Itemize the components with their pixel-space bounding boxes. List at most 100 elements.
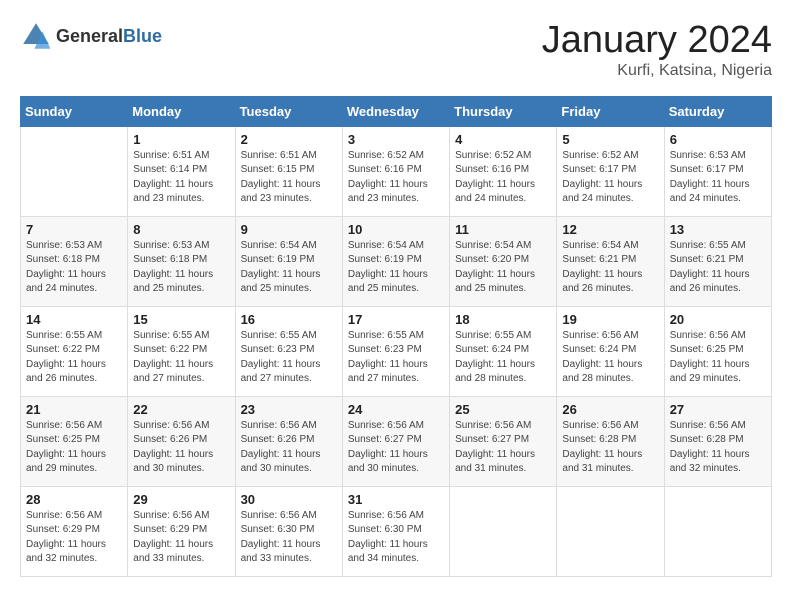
calendar-cell <box>21 126 128 216</box>
day-info: Sunrise: 6:55 AMSunset: 6:21 PMDaylight:… <box>670 239 766 297</box>
day-header-wednesday: Wednesday <box>342 96 449 126</box>
calendar-cell: 12 Sunrise: 6:54 AMSunset: 6:21 PMDayligh… <box>557 216 664 306</box>
month-title: January 2024 <box>542 20 772 62</box>
calendar-cell: 22 Sunrise: 6:56 AMSunset: 6:26 PMDayligh… <box>128 396 235 486</box>
logo: GeneralBlue <box>20 20 162 52</box>
calendar-cell: 5 Sunrise: 6:52 AMSunset: 6:17 PMDaylight… <box>557 126 664 216</box>
day-info: Sunrise: 6:56 AMSunset: 6:27 PMDaylight:… <box>348 419 444 477</box>
calendar-table: SundayMondayTuesdayWednesdayThursdayFrid… <box>20 96 772 577</box>
day-info: Sunrise: 6:55 AMSunset: 6:22 PMDaylight:… <box>133 329 229 387</box>
calendar-cell: 15 Sunrise: 6:55 AMSunset: 6:22 PMDayligh… <box>128 306 235 396</box>
day-info: Sunrise: 6:53 AMSunset: 6:18 PMDaylight:… <box>26 239 122 297</box>
calendar-cell: 28 Sunrise: 6:56 AMSunset: 6:29 PMDayligh… <box>21 486 128 576</box>
calendar-cell: 6 Sunrise: 6:53 AMSunset: 6:17 PMDaylight… <box>664 126 771 216</box>
day-info: Sunrise: 6:51 AMSunset: 6:14 PMDaylight:… <box>133 149 229 207</box>
day-info: Sunrise: 6:56 AMSunset: 6:28 PMDaylight:… <box>670 419 766 477</box>
day-number: 3 <box>348 132 444 147</box>
calendar-cell: 14 Sunrise: 6:55 AMSunset: 6:22 PMDayligh… <box>21 306 128 396</box>
title-area: January 2024 Kurfi, Katsina, Nigeria <box>542 20 772 80</box>
day-info: Sunrise: 6:56 AMSunset: 6:26 PMDaylight:… <box>133 419 229 477</box>
calendar-cell <box>557 486 664 576</box>
day-info: Sunrise: 6:54 AMSunset: 6:21 PMDaylight:… <box>562 239 658 297</box>
day-number: 29 <box>133 492 229 507</box>
day-number: 27 <box>670 402 766 417</box>
calendar-cell: 23Sunrise: 6:56 AMSunset: 6:26 PMDayligh… <box>235 396 342 486</box>
day-info: Sunrise: 6:52 AMSunset: 6:16 PMDaylight:… <box>455 149 551 207</box>
calendar-cell: 11 Sunrise: 6:54 AMSunset: 6:20 PMDayligh… <box>450 216 557 306</box>
calendar-cell: 31Sunrise: 6:56 AMSunset: 6:30 PMDayligh… <box>342 486 449 576</box>
day-info: Sunrise: 6:55 AMSunset: 6:23 PMDaylight:… <box>241 329 337 387</box>
calendar-cell: 17 Sunrise: 6:55 AMSunset: 6:23 PMDayligh… <box>342 306 449 396</box>
calendar-cell: 1 Sunrise: 6:51 AMSunset: 6:14 PMDaylight… <box>128 126 235 216</box>
day-info: Sunrise: 6:54 AMSunset: 6:19 PMDaylight:… <box>241 239 337 297</box>
day-info: Sunrise: 6:56 AMSunset: 6:27 PMDaylight:… <box>455 419 551 477</box>
calendar-cell: 18 Sunrise: 6:55 AMSunset: 6:24 PMDayligh… <box>450 306 557 396</box>
calendar-cell: 10 Sunrise: 6:54 AMSunset: 6:19 PMDayligh… <box>342 216 449 306</box>
day-number: 28 <box>26 492 122 507</box>
calendar-cell: 9 Sunrise: 6:54 AMSunset: 6:19 PMDaylight… <box>235 216 342 306</box>
calendar-cell: 19Sunrise: 6:56 AMSunset: 6:24 PMDayligh… <box>557 306 664 396</box>
day-info: Sunrise: 6:52 AMSunset: 6:17 PMDaylight:… <box>562 149 658 207</box>
day-info: Sunrise: 6:56 AMSunset: 6:28 PMDaylight:… <box>562 419 658 477</box>
calendar-cell: 8 Sunrise: 6:53 AMSunset: 6:18 PMDaylight… <box>128 216 235 306</box>
logo-blue: Blue <box>123 26 162 46</box>
day-number: 31 <box>348 492 444 507</box>
day-number: 8 <box>133 222 229 237</box>
day-number: 17 <box>348 312 444 327</box>
day-info: Sunrise: 6:54 AMSunset: 6:19 PMDaylight:… <box>348 239 444 297</box>
day-header-monday: Monday <box>128 96 235 126</box>
day-number: 23 <box>241 402 337 417</box>
day-number: 10 <box>348 222 444 237</box>
day-info: Sunrise: 6:56 AMSunset: 6:30 PMDaylight:… <box>241 509 337 567</box>
day-number: 14 <box>26 312 122 327</box>
day-number: 15 <box>133 312 229 327</box>
logo-text: GeneralBlue <box>56 26 162 47</box>
day-info: Sunrise: 6:54 AMSunset: 6:20 PMDaylight:… <box>455 239 551 297</box>
calendar-cell <box>450 486 557 576</box>
day-info: Sunrise: 6:56 AMSunset: 6:25 PMDaylight:… <box>670 329 766 387</box>
day-number: 25 <box>455 402 551 417</box>
day-info: Sunrise: 6:56 AMSunset: 6:25 PMDaylight:… <box>26 419 122 477</box>
day-number: 18 <box>455 312 551 327</box>
calendar-cell: 25 Sunrise: 6:56 AMSunset: 6:27 PMDayligh… <box>450 396 557 486</box>
calendar-cell: 13 Sunrise: 6:55 AMSunset: 6:21 PMDayligh… <box>664 216 771 306</box>
calendar-cell: 21 Sunrise: 6:56 AMSunset: 6:25 PMDayligh… <box>21 396 128 486</box>
day-number: 11 <box>455 222 551 237</box>
logo-general: General <box>56 26 123 46</box>
day-header-thursday: Thursday <box>450 96 557 126</box>
day-info: Sunrise: 6:51 AMSunset: 6:15 PMDaylight:… <box>241 149 337 207</box>
day-info: Sunrise: 6:56 AMSunset: 6:24 PMDaylight:… <box>562 329 658 387</box>
day-number: 7 <box>26 222 122 237</box>
day-info: Sunrise: 6:56 AMSunset: 6:29 PMDaylight:… <box>26 509 122 567</box>
day-info: Sunrise: 6:53 AMSunset: 6:17 PMDaylight:… <box>670 149 766 207</box>
logo-icon <box>20 20 52 52</box>
day-number: 9 <box>241 222 337 237</box>
day-header-friday: Friday <box>557 96 664 126</box>
calendar-cell: 4 Sunrise: 6:52 AMSunset: 6:16 PMDaylight… <box>450 126 557 216</box>
day-number: 16 <box>241 312 337 327</box>
day-number: 5 <box>562 132 658 147</box>
calendar-cell: 7 Sunrise: 6:53 AMSunset: 6:18 PMDaylight… <box>21 216 128 306</box>
day-number: 21 <box>26 402 122 417</box>
calendar-cell: 2 Sunrise: 6:51 AMSunset: 6:15 PMDaylight… <box>235 126 342 216</box>
day-info: Sunrise: 6:56 AMSunset: 6:29 PMDaylight:… <box>133 509 229 567</box>
calendar-cell: 3 Sunrise: 6:52 AMSunset: 6:16 PMDaylight… <box>342 126 449 216</box>
header: GeneralBlue January 2024 Kurfi, Katsina,… <box>20 20 772 80</box>
day-number: 13 <box>670 222 766 237</box>
day-info: Sunrise: 6:53 AMSunset: 6:18 PMDaylight:… <box>133 239 229 297</box>
day-number: 12 <box>562 222 658 237</box>
calendar-cell <box>664 486 771 576</box>
day-info: Sunrise: 6:55 AMSunset: 6:23 PMDaylight:… <box>348 329 444 387</box>
day-number: 2 <box>241 132 337 147</box>
day-info: Sunrise: 6:52 AMSunset: 6:16 PMDaylight:… <box>348 149 444 207</box>
day-number: 26 <box>562 402 658 417</box>
location-title: Kurfi, Katsina, Nigeria <box>542 62 772 80</box>
day-info: Sunrise: 6:55 AMSunset: 6:24 PMDaylight:… <box>455 329 551 387</box>
day-number: 1 <box>133 132 229 147</box>
day-number: 22 <box>133 402 229 417</box>
day-info: Sunrise: 6:55 AMSunset: 6:22 PMDaylight:… <box>26 329 122 387</box>
day-number: 6 <box>670 132 766 147</box>
day-number: 20 <box>670 312 766 327</box>
calendar-cell: 24Sunrise: 6:56 AMSunset: 6:27 PMDayligh… <box>342 396 449 486</box>
day-number: 4 <box>455 132 551 147</box>
